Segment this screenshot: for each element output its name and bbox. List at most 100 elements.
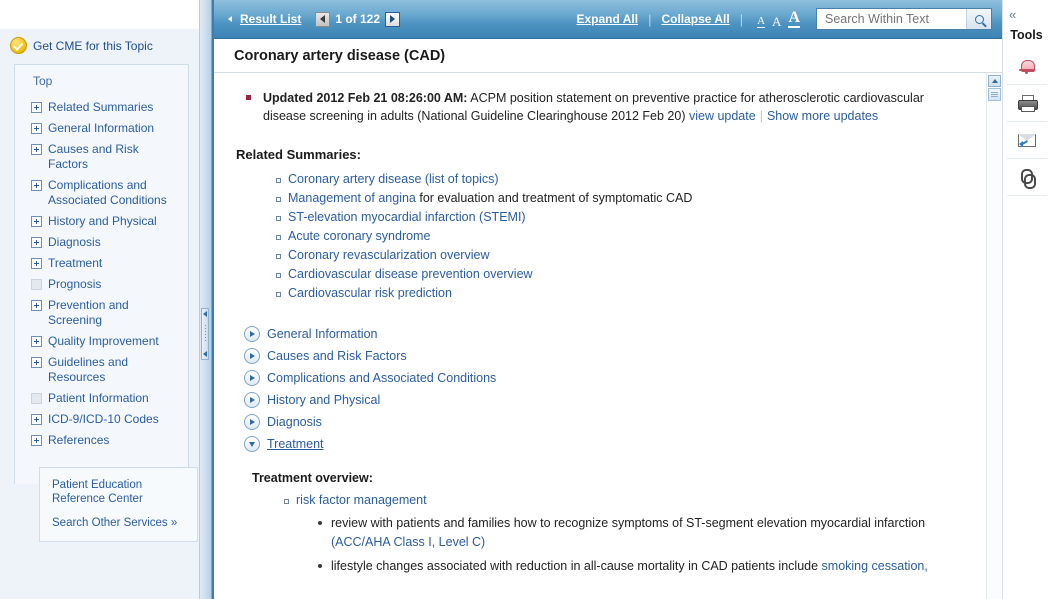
panel-splitter[interactable] [200, 0, 212, 599]
collapse-all-link[interactable]: Collapse All [661, 12, 729, 26]
plus-icon[interactable] [31, 180, 42, 191]
sidebar-item-label: Patient Information [48, 391, 149, 405]
related-summary-link[interactable]: Coronary revascularization overview [288, 248, 489, 262]
section-toggle-general-information[interactable]: General Information [244, 323, 964, 345]
section-toggle-history-and-physical[interactable]: History and Physical [244, 389, 964, 411]
splitter-handle[interactable] [201, 308, 209, 360]
left-sidebar: Get CME for this Topic Top Related Summa… [0, 0, 200, 599]
grip-dots-icon [204, 325, 206, 343]
sidebar-item-icd-codes[interactable]: ICD-9/ICD-10 Codes [15, 409, 188, 430]
related-summary-rest: for evaluation and treatment of symptoma… [415, 191, 693, 205]
sidebar-item-general-information[interactable]: General Information [15, 118, 188, 139]
search-input[interactable] [823, 11, 966, 27]
plus-icon[interactable] [31, 216, 42, 227]
show-more-updates-link[interactable]: Show more updates [767, 109, 878, 123]
sidebar-item-complications[interactable]: Complications and Associated Conditions [15, 175, 188, 211]
update-timestamp: Updated 2012 Feb 21 08:26:00 AM: [263, 91, 468, 105]
plus-icon[interactable] [31, 258, 42, 269]
related-summary-link[interactable]: Acute coronary syndrome [288, 229, 430, 243]
acc-aha-class-link[interactable]: (ACC/AHA Class I, Level C) [331, 535, 485, 549]
sidebar-item-label: Causes and Risk Factors [48, 142, 139, 171]
section-toggle-treatment[interactable]: Treatment [244, 433, 964, 455]
text-size-large-button[interactable]: A [788, 10, 800, 28]
plus-icon[interactable] [31, 300, 42, 311]
plus-icon[interactable] [31, 123, 42, 134]
sidebar-item-treatment[interactable]: Treatment [15, 253, 188, 274]
section-label: History and Physical [267, 393, 381, 407]
sidebar-item-quality-improvement[interactable]: Quality Improvement [15, 331, 188, 352]
text-size-controls: A A A [753, 10, 804, 28]
sidebar-item-patient-information[interactable]: Patient Information [15, 388, 188, 409]
sidebar-item-causes-and-risk-factors[interactable]: Causes and Risk Factors [15, 139, 188, 175]
blank-box-icon [31, 279, 42, 290]
get-cme-link[interactable]: Get CME for this Topic [0, 29, 199, 64]
bell-icon [1018, 58, 1035, 74]
previous-record-button[interactable] [315, 11, 331, 27]
related-summaries-heading: Related Summaries: [236, 147, 361, 162]
view-update-link[interactable]: view update [689, 109, 756, 123]
scrollbar-track[interactable] [988, 102, 1001, 599]
toolbar-separator: | [739, 11, 744, 27]
chevron-right-circle-icon [244, 414, 260, 430]
expand-all-link[interactable]: Expand All [576, 12, 638, 26]
result-list-link[interactable]: Result List [240, 12, 301, 26]
content-scrollbar[interactable] [986, 73, 1002, 599]
list-item: lifestyle changes associated with reduct… [318, 557, 964, 576]
sidebar-item-label: Diagnosis [48, 235, 101, 249]
search-submit-button[interactable] [966, 9, 991, 29]
related-summary-link[interactable]: ST-elevation myocardial infarction (STEM… [288, 210, 526, 224]
search-other-services-link[interactable]: Search Other Services » [52, 517, 187, 529]
section-toggles: General Information Causes and Risk Fact… [244, 323, 964, 455]
related-summary-link[interactable]: Coronary artery disease (list of topics) [288, 172, 499, 186]
sidebar-item-history-and-physical[interactable]: History and Physical [15, 211, 188, 232]
related-summary-link[interactable]: Cardiovascular disease prevention overvi… [288, 267, 533, 281]
plus-icon[interactable] [31, 102, 42, 113]
get-cme-label: Get CME for this Topic [33, 38, 153, 53]
document-body: Updated 2012 Feb 21 08:26:00 AM: ACPM po… [214, 73, 986, 599]
plus-icon[interactable] [31, 435, 42, 446]
sidebar-item-prevention-and-screening[interactable]: Prevention and Screening [15, 295, 188, 331]
list-item: ST-elevation myocardial infarction (STEM… [276, 208, 964, 227]
square-bullet-icon [246, 95, 251, 100]
sidebar-item-label: ICD-9/ICD-10 Codes [48, 412, 159, 426]
permalink-button[interactable] [1006, 159, 1047, 196]
chevron-right-circle-icon [244, 348, 260, 364]
print-button[interactable] [1006, 85, 1047, 122]
plus-icon[interactable] [31, 144, 42, 155]
smoking-cessation-link[interactable]: smoking cessation, [822, 559, 928, 573]
sidebar-item-related-summaries[interactable]: Related Summaries [15, 97, 188, 118]
scroll-up-button[interactable] [988, 75, 1001, 87]
sidebar-top-link[interactable]: Top [15, 74, 188, 97]
sidebar-item-label: Prognosis [48, 277, 102, 291]
text-size-medium-button[interactable]: A [772, 15, 781, 28]
email-button[interactable] [1006, 122, 1047, 159]
next-record-button[interactable] [385, 11, 401, 27]
section-toggle-causes-and-risk-factors[interactable]: Causes and Risk Factors [244, 345, 964, 367]
related-summary-link[interactable]: Cardiovascular risk prediction [288, 286, 452, 300]
risk-factor-management-link[interactable]: risk factor management [296, 493, 427, 507]
chevron-right-circle-icon [244, 326, 260, 342]
section-toggle-diagnosis[interactable]: Diagnosis [244, 411, 964, 433]
chevron-left-icon [320, 15, 326, 23]
section-label: Treatment [267, 437, 324, 451]
section-toggle-complications[interactable]: Complications and Associated Conditions [244, 367, 964, 389]
sidebar-item-label: Prevention and Screening [48, 298, 129, 327]
scrollbar-thumb[interactable] [988, 88, 1001, 101]
plus-icon[interactable] [31, 237, 42, 248]
toolbar-left-group: Result List 1 of 122 [228, 11, 401, 27]
plus-icon[interactable] [31, 336, 42, 347]
content-area: Updated 2012 Feb 21 08:26:00 AM: ACPM po… [214, 73, 1002, 599]
plus-icon[interactable] [31, 357, 42, 368]
update-notice: Updated 2012 Feb 21 08:26:00 AM: ACPM po… [236, 89, 964, 125]
collapse-tools-panel-button[interactable]: « [1003, 8, 1016, 22]
sidebar-item-diagnosis[interactable]: Diagnosis [15, 232, 188, 253]
sidebar-item-references[interactable]: References [15, 430, 188, 451]
sidebar-item-label: Guidelines and Resources [48, 355, 129, 384]
text-size-small-button[interactable]: A [757, 16, 766, 28]
related-summary-link[interactable]: Management of angina [288, 191, 416, 205]
arrow-up-icon [991, 79, 998, 83]
sidebar-item-prognosis[interactable]: Prognosis [15, 274, 188, 295]
plus-icon[interactable] [31, 414, 42, 425]
alert-button[interactable] [1006, 48, 1047, 85]
sidebar-item-guidelines-and-resources[interactable]: Guidelines and Resources [15, 352, 188, 388]
